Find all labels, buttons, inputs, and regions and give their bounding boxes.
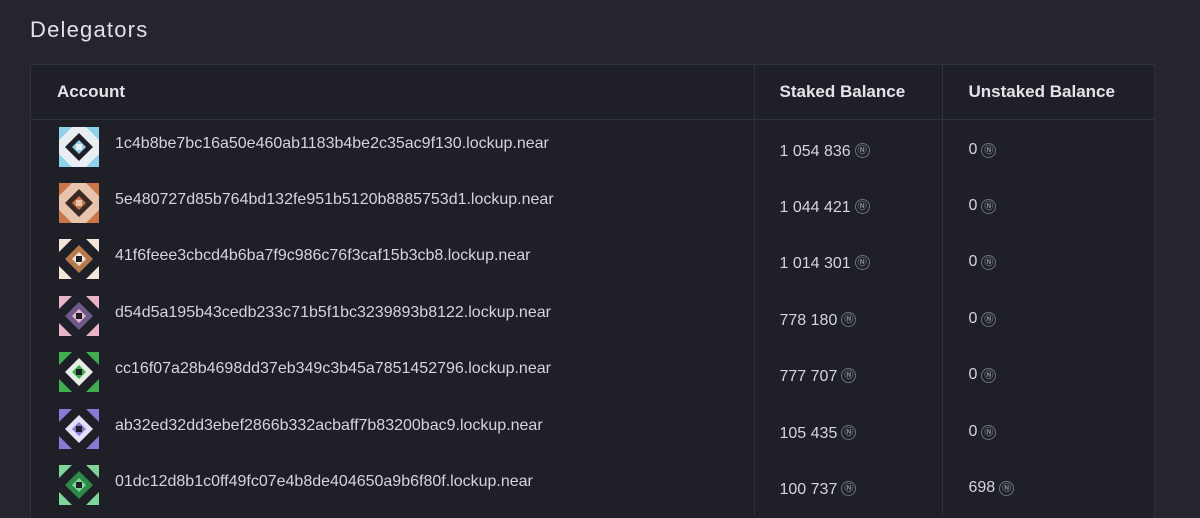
section-title: Delegators <box>30 17 149 42</box>
account-name: cc16f07a28b4698dd37eb349c3b45a7851452796… <box>115 360 551 378</box>
near-token-icon: Ⓝ <box>854 255 870 271</box>
account-link[interactable]: 01dc12d8b1c0ff49fc07e4b8de404650a9b6f80f… <box>59 458 754 515</box>
account-cell: 1c4b8be7bc16a50e460ab1183b4be2c35ac9f130… <box>31 119 754 176</box>
account-name: 41f6feee3cbcd4b6ba7f9c986c76f3caf15b3cb8… <box>115 247 531 265</box>
account-cell: ab32ed32dd3ebef2866b332acbaff7b83200bac9… <box>31 402 754 459</box>
near-token-icon: Ⓝ <box>981 255 997 271</box>
unstaked-balance-cell: 0 Ⓝ <box>941 119 1154 176</box>
unstaked-balance-value: 0 <box>968 366 978 384</box>
near-token-icon: Ⓝ <box>981 198 997 214</box>
account-link[interactable]: 41f6feee3cbcd4b6ba7f9c986c76f3caf15b3cb8… <box>59 232 754 289</box>
staked-balance-value: 777 707 <box>779 368 838 386</box>
header-unstaked-balance[interactable]: Unstaked Balance <box>941 65 1154 120</box>
delegators-page: Delegators Account Staked Balance Unstak… <box>0 0 1200 518</box>
near-token-icon: Ⓝ <box>999 481 1015 497</box>
table-row: d54d5a195b43cedb233c71b5f1bc3239893b8122… <box>31 288 1154 346</box>
table-row: ab32ed32dd3ebef2866b332acbaff7b83200bac9… <box>31 401 1154 459</box>
unstaked-balance-value: 0 <box>968 309 978 327</box>
delegators-table: Account Staked Balance Unstaked Balance … <box>31 65 1154 515</box>
account-name: 1c4b8be7bc16a50e460ab1183b4be2c35ac9f130… <box>115 134 549 152</box>
unstaked-balance-value: 698 <box>968 479 996 497</box>
near-token-icon: Ⓝ <box>981 311 997 327</box>
near-token-icon: Ⓝ <box>981 368 997 384</box>
staked-balance: 1 014 301 Ⓝ <box>779 253 870 273</box>
delegators-table-container: Account Staked Balance Unstaked Balance … <box>30 64 1155 518</box>
near-token-icon: Ⓝ <box>981 424 997 440</box>
identicon-avatar-icon <box>59 408 99 449</box>
staked-balance-value: 1 044 421 <box>779 198 851 216</box>
near-token-icon: Ⓝ <box>841 424 857 440</box>
staked-balance-cell: 1 044 421 Ⓝ <box>753 175 942 232</box>
unstaked-balance-value: 0 <box>968 196 978 214</box>
account-link[interactable]: ab32ed32dd3ebef2866b332acbaff7b83200bac9… <box>59 402 754 459</box>
unstaked-balance-value: 0 <box>968 253 978 271</box>
staked-balance: 105 435 Ⓝ <box>779 423 857 442</box>
unstaked-balance: 0 Ⓝ <box>969 423 997 440</box>
account-name: ab32ed32dd3ebef2866b332acbaff7b83200bac9… <box>115 416 543 434</box>
account-name: 5e480727d85b764bd132fe951b5120b8885753d1… <box>115 190 554 208</box>
staked-balance-cell: 1 054 836 Ⓝ <box>753 119 942 176</box>
identicon-avatar-icon <box>59 182 99 223</box>
table-row: 41f6feee3cbcd4b6ba7f9c986c76f3caf15b3cb8… <box>31 232 1154 289</box>
account-cell: 41f6feee3cbcd4b6ba7f9c986c76f3caf15b3cb8… <box>31 232 754 289</box>
staked-balance-value: 105 435 <box>779 424 838 442</box>
identicon-avatar-icon <box>59 465 99 506</box>
account-cell: 5e480727d85b764bd132fe951b5120b8885753d1… <box>31 176 754 233</box>
staked-balance-cell: 1 014 301 Ⓝ <box>753 232 942 289</box>
staked-balance-cell: 777 707 Ⓝ <box>753 345 942 402</box>
staked-balance-value: 1 014 301 <box>779 255 851 273</box>
unstaked-balance: 0 Ⓝ <box>968 253 997 271</box>
unstaked-balance-cell: 0 Ⓝ <box>941 401 1154 458</box>
header-account[interactable]: Account <box>31 65 754 120</box>
identicon-avatar-icon <box>59 239 99 280</box>
account-link[interactable]: cc16f07a28b4698dd37eb349c3b45a7851452796… <box>59 345 754 402</box>
near-token-icon: Ⓝ <box>841 481 857 497</box>
unstaked-balance-cell: 0 Ⓝ <box>941 345 1154 402</box>
staked-balance-value: 1 054 836 <box>779 142 851 160</box>
account-cell: cc16f07a28b4698dd37eb349c3b45a7851452796… <box>31 345 754 402</box>
staked-balance: 100 737 Ⓝ <box>779 479 857 499</box>
unstaked-balance: 0 Ⓝ <box>969 310 997 327</box>
account-link[interactable]: d54d5a195b43cedb233c71b5f1bc3239893b8122… <box>59 289 754 346</box>
unstaked-balance: 0 Ⓝ <box>968 366 997 384</box>
account-link[interactable]: 5e480727d85b764bd132fe951b5120b8885753d1… <box>59 176 754 233</box>
unstaked-balance-value: 0 <box>968 422 978 440</box>
unstaked-balance-cell: 698 Ⓝ <box>941 458 1154 515</box>
account-name: 01dc12d8b1c0ff49fc07e4b8de404650a9b6f80f… <box>115 473 533 491</box>
staked-balance-cell: 105 435 Ⓝ <box>753 401 942 458</box>
identicon-avatar-icon <box>59 126 99 167</box>
table-row: 5e480727d85b764bd132fe951b5120b8885753d1… <box>31 175 1154 233</box>
account-name: d54d5a195b43cedb233c71b5f1bc3239893b8122… <box>115 303 551 321</box>
near-token-icon: Ⓝ <box>854 198 870 214</box>
table-row: cc16f07a28b4698dd37eb349c3b45a7851452796… <box>31 345 1154 402</box>
staked-balance-value: 778 180 <box>779 311 838 329</box>
identicon-avatar-icon <box>59 352 99 393</box>
near-token-icon: Ⓝ <box>841 311 857 327</box>
near-token-icon: Ⓝ <box>981 142 997 158</box>
staked-balance-cell: 100 737 Ⓝ <box>753 458 942 515</box>
staked-balance-cell: 778 180 Ⓝ <box>753 288 942 345</box>
near-token-icon: Ⓝ <box>854 142 870 158</box>
table-header-row: Account Staked Balance Unstaked Balance <box>31 65 1154 120</box>
header-staked-balance[interactable]: Staked Balance <box>753 65 942 120</box>
staked-balance: 778 180 Ⓝ <box>779 310 857 329</box>
table-row: 01dc12d8b1c0ff49fc07e4b8de404650a9b6f80f… <box>31 458 1154 515</box>
unstaked-balance-cell: 0 Ⓝ <box>941 232 1154 289</box>
staked-balance: 777 707 Ⓝ <box>779 366 857 386</box>
unstaked-balance: 0 Ⓝ <box>969 197 997 214</box>
account-cell: 01dc12d8b1c0ff49fc07e4b8de404650a9b6f80f… <box>31 458 754 515</box>
staked-balance-value: 100 737 <box>779 481 838 499</box>
identicon-avatar-icon <box>59 295 99 336</box>
table-row: 1c4b8be7bc16a50e460ab1183b4be2c35ac9f130… <box>31 119 1154 176</box>
near-token-icon: Ⓝ <box>841 368 857 384</box>
account-link[interactable]: 1c4b8be7bc16a50e460ab1183b4be2c35ac9f130… <box>59 120 754 176</box>
unstaked-balance: 0 Ⓝ <box>969 141 997 158</box>
unstaked-balance-cell: 0 Ⓝ <box>941 288 1154 345</box>
unstaked-balance-value: 0 <box>968 140 978 158</box>
staked-balance: 1 044 421 Ⓝ <box>779 197 870 216</box>
unstaked-balance: 698 Ⓝ <box>968 479 1015 497</box>
unstaked-balance-cell: 0 Ⓝ <box>941 175 1154 232</box>
account-cell: d54d5a195b43cedb233c71b5f1bc3239893b8122… <box>31 289 754 346</box>
staked-balance: 1 054 836 Ⓝ <box>779 141 870 160</box>
